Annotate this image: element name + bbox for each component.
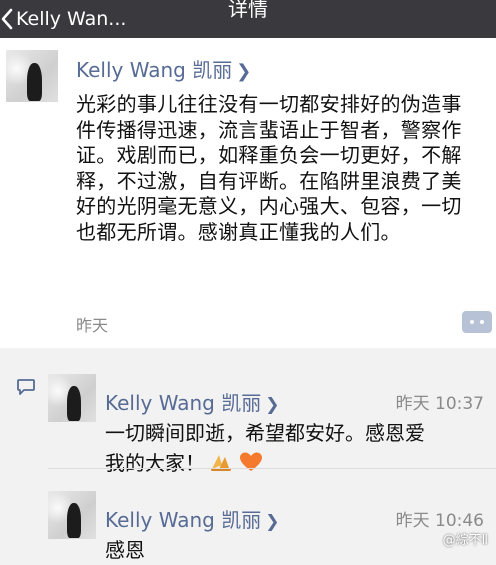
post-time: 昨天 — [76, 316, 109, 335]
verified-chevron-icon: ❯ — [265, 512, 280, 532]
comment-text: 一切瞬间即逝，希望都安好。感恩爱我的大家！ — [105, 418, 425, 478]
comment-author-name[interactable]: Kelly Wang 凯丽 ❯ — [105, 387, 279, 416]
more-actions-button[interactable] — [462, 311, 492, 333]
avatar-figure — [27, 63, 42, 101]
avatar[interactable] — [48, 491, 96, 539]
orange-heart-emoji — [240, 452, 262, 471]
page-title: 详情 — [228, 0, 268, 21]
comment-text: 感恩 — [105, 538, 145, 562]
dot-icon — [470, 320, 474, 324]
avatar[interactable] — [6, 50, 58, 102]
comment-bubble-icon — [17, 379, 35, 395]
dot-icon — [480, 320, 484, 324]
nav-bar: Kelly Wan... 详情 — [0, 0, 496, 38]
avatar-figure — [67, 386, 81, 421]
moment-post: Kelly Wang 凯丽 ❯ 光彩的事儿往往没有一切都安排好的伪造事件传播得迅速… — [0, 38, 496, 348]
comment-time: 昨天 10:37 — [395, 394, 484, 414]
comments-section: Kelly Wang 凯丽 ❯ 昨天 10:37 一切瞬间即逝，希望都安好。感恩爱… — [0, 360, 496, 562]
post-author-name[interactable]: Kelly Wang 凯丽 ❯ — [76, 54, 251, 83]
comment-text-label: 一切瞬间即逝，希望都安好。感恩爱我的大家！ — [105, 421, 425, 475]
comment-author-label: Kelly Wang 凯丽 — [105, 508, 262, 532]
verified-chevron-icon: ❯ — [236, 61, 252, 82]
comment-divider — [48, 468, 496, 469]
comment-author-name[interactable]: Kelly Wang 凯丽 ❯ — [105, 504, 279, 533]
folded-hands-emoji — [211, 455, 231, 471]
avatar-figure — [67, 503, 81, 538]
avatar[interactable] — [48, 374, 96, 422]
comment-author-label: Kelly Wang 凯丽 — [105, 391, 262, 415]
verified-chevron-icon: ❯ — [265, 395, 280, 415]
watermark: @綜不Ⅱ — [442, 533, 488, 548]
post-text: 光彩的事儿往往没有一切都安排好的伪造事件传播得迅速，流言蜚语止于智者，警察作证。… — [76, 92, 462, 244]
comment-time: 昨天 10:46 — [395, 511, 484, 531]
post-author-label: Kelly Wang 凯丽 — [76, 58, 233, 82]
